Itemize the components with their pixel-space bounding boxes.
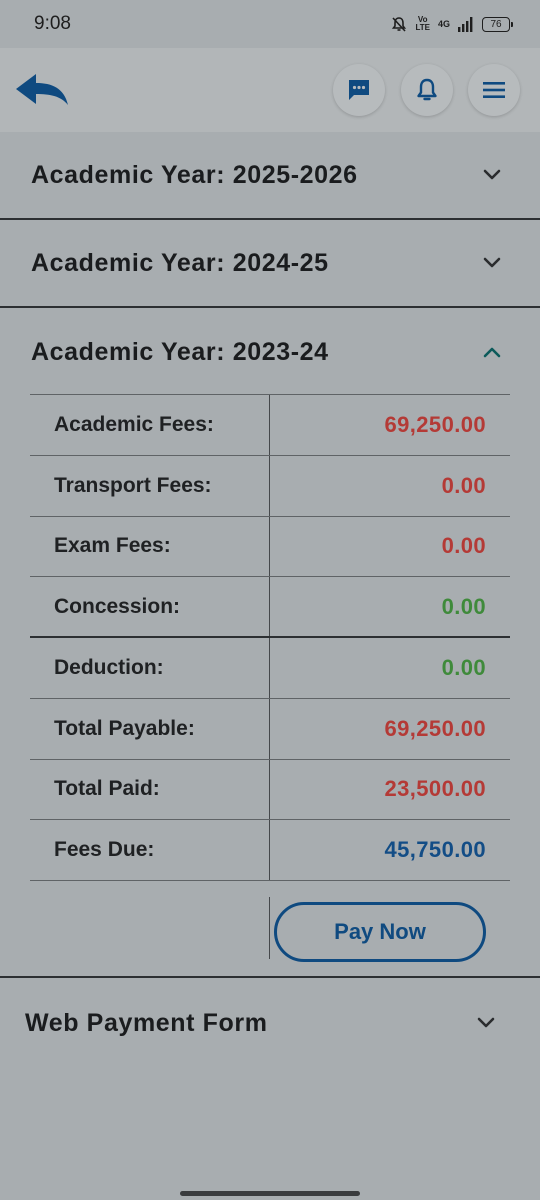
table-row-exam-fees: Exam Fees: 0.00 [30, 516, 510, 578]
back-button[interactable] [14, 72, 72, 110]
fee-label: Transport Fees: [30, 455, 270, 516]
fee-value: 23,500.00 [384, 776, 486, 802]
accordion-title: Academic Year: 2023-24 [31, 337, 329, 366]
fee-value: 69,250.00 [384, 411, 486, 437]
menu-button[interactable] [468, 64, 520, 116]
accordion-academic-year-2023-24[interactable]: Academic Year: 2023-24 [0, 308, 540, 396]
battery-indicator: 76 [482, 16, 513, 32]
fee-value: 0.00 [441, 654, 486, 680]
hamburger-menu-icon [483, 82, 505, 98]
accordion-academic-year-2025-2026[interactable]: Academic Year: 2025-2026 [0, 132, 540, 220]
accordion-academic-year-2024-25[interactable]: Academic Year: 2024-25 [0, 220, 540, 308]
app-header [0, 48, 540, 132]
chevron-down-icon [483, 169, 501, 180]
status-icons: Vo LTE 4G 76 [391, 15, 513, 33]
fee-value: 0.00 [441, 593, 486, 619]
back-arrow-icon [16, 74, 68, 105]
table-row-total-paid: Total Paid: 23,500.00 [30, 759, 510, 821]
fee-value: 45,750.00 [384, 837, 486, 863]
status-bar: 9:08 Vo LTE 4G 76 [0, 0, 540, 48]
fee-label: Total Payable: [30, 698, 270, 759]
fee-value: 69,250.00 [384, 715, 486, 741]
fees-table: Academic Fees: 69,250.00 Transport Fees:… [30, 394, 510, 881]
accordion-title: Academic Year: 2024-25 [31, 248, 329, 277]
chat-icon [349, 80, 369, 100]
accordion-web-payment-form[interactable]: Web Payment Form [0, 976, 540, 1068]
table-row-total-payable: Total Payable: 69,250.00 [30, 698, 510, 760]
divider [269, 897, 270, 959]
status-time: 9:08 [34, 13, 71, 34]
volte-indicator: Vo LTE [415, 15, 430, 32]
chat-button[interactable] [333, 64, 385, 116]
mute-bell-icon [392, 16, 407, 32]
fee-label: Deduction: [30, 638, 270, 698]
chevron-up-icon [483, 347, 501, 358]
accordion-title: Web Payment Form [25, 1008, 268, 1037]
chevron-down-icon [477, 1017, 495, 1028]
pay-area: Pay Now [30, 882, 510, 974]
fee-label: Exam Fees: [30, 516, 270, 577]
fee-label: Total Paid: [30, 759, 270, 820]
signal-icon [458, 16, 473, 32]
fee-label: Academic Fees: [30, 395, 270, 455]
fee-value: 0.00 [441, 533, 486, 559]
table-row-concession: Concession: 0.00 [30, 577, 510, 638]
table-row-fees-due: Fees Due: 45,750.00 [30, 820, 510, 881]
table-row-academic-fees: Academic Fees: 69,250.00 [30, 395, 510, 456]
home-indicator[interactable] [180, 1191, 360, 1196]
fee-value: 0.00 [441, 472, 486, 498]
bell-icon [417, 78, 437, 101]
pay-now-button[interactable]: Pay Now [274, 902, 486, 962]
chevron-down-icon [483, 257, 501, 268]
accordion-title: Academic Year: 2025-2026 [31, 160, 358, 189]
fee-label: Fees Due: [30, 820, 270, 880]
fee-label: Concession: [30, 577, 270, 636]
table-row-transport-fees: Transport Fees: 0.00 [30, 455, 510, 517]
notifications-button[interactable] [401, 64, 453, 116]
network-type: 4G [437, 19, 450, 29]
table-row-deduction: Deduction: 0.00 [30, 638, 510, 699]
